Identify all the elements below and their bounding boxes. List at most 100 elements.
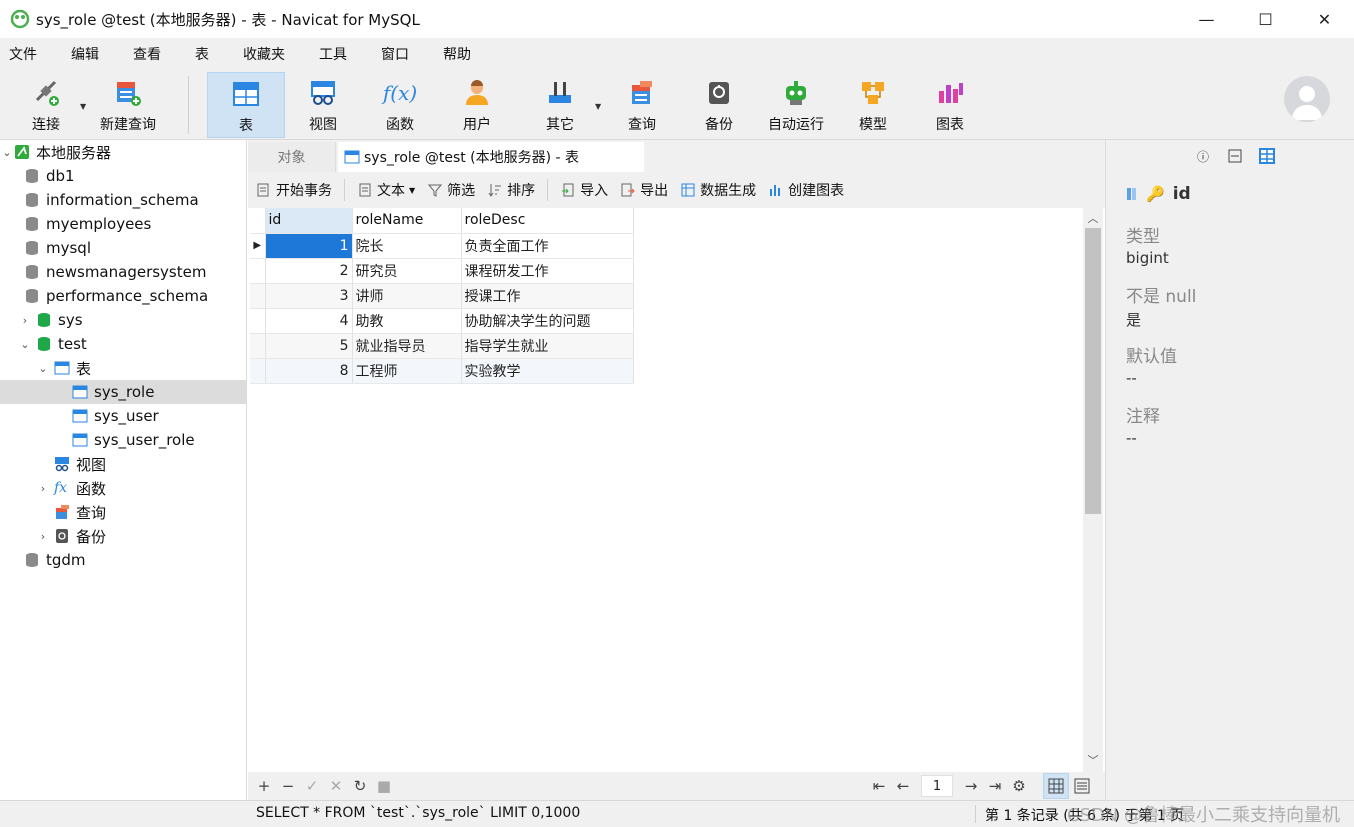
info-icon[interactable]: ⓘ [1191,146,1215,166]
delete-record-button[interactable]: − [276,777,300,795]
tree-folder-tables[interactable]: ⌄ 表 [0,356,247,380]
cell-rolename[interactable]: 研究员 [352,258,462,284]
expand-arrow-icon[interactable]: › [36,530,50,543]
chart-button[interactable]: 图表 [920,72,980,138]
scroll-up-icon[interactable]: ︿ [1083,210,1103,228]
field-info-icon[interactable] [1255,146,1279,166]
cell-roledesc[interactable]: 课程研发工作 [461,258,634,284]
cell-rolename[interactable]: 助教 [352,308,462,334]
grid-vertical-scrollbar[interactable]: ︿ ﹀ [1083,208,1103,772]
tree-folder-queries[interactable]: 查询 [0,500,247,524]
stop-button[interactable]: ■ [372,777,396,795]
collapse-arrow-icon[interactable]: ⌄ [0,146,14,159]
tree-db-test[interactable]: ⌄ test [0,332,247,356]
menu-help[interactable]: 帮助 [434,44,487,64]
prev-page-button[interactable]: ← [891,777,915,795]
auto-run-button[interactable]: 自动运行 [763,72,829,138]
sort-button[interactable]: 排序 [487,180,535,200]
cell-roledesc[interactable]: 指导学生就业 [461,333,634,359]
expand-arrow-icon[interactable]: › [36,482,50,495]
tree-folder-backups[interactable]: › 备份 [0,524,247,548]
column-header-roledesc[interactable]: roleDesc [461,208,634,234]
tree-db-sys[interactable]: › sys [0,308,247,332]
view-button[interactable]: 视图 [293,72,353,138]
maximize-button[interactable]: ☐ [1236,0,1295,38]
cell-rolename[interactable]: 院长 [352,233,462,259]
menu-window[interactable]: 窗口 [372,44,425,64]
table-row[interactable]: 5 就业指导员 指导学生就业 [250,333,634,359]
cell-roledesc[interactable]: 负责全面工作 [461,233,634,259]
user-avatar[interactable] [1284,76,1330,122]
cell-roledesc[interactable]: 实验教学 [461,358,634,384]
scrollbar-thumb[interactable] [1085,228,1101,514]
discard-changes-button[interactable]: ✕ [324,777,348,795]
tree-folder-views[interactable]: 视图 [0,452,247,476]
column-header-id[interactable]: id [265,208,353,234]
expand-arrow-icon[interactable]: › [18,314,32,327]
refresh-button[interactable]: ↻ [348,777,372,795]
cell-id[interactable]: 2 [265,258,353,284]
filter-button[interactable]: 筛选 [427,180,475,200]
user-button[interactable]: 用户 [447,72,507,138]
ddl-icon[interactable] [1223,146,1247,166]
cell-id[interactable]: 5 [265,333,353,359]
grid-view-toggle[interactable] [1043,773,1069,799]
cell-rolename[interactable]: 就业指导员 [352,333,462,359]
collapse-arrow-icon[interactable]: ⌄ [18,338,32,351]
form-view-toggle[interactable] [1069,773,1095,799]
first-page-button[interactable]: ⇤ [867,777,891,795]
export-button[interactable]: 导出 [620,180,668,200]
begin-transaction-button[interactable]: 开始事务 [256,180,332,200]
menu-tools[interactable]: 工具 [310,44,363,64]
next-page-button[interactable]: → [959,777,983,795]
last-page-button[interactable]: ⇥ [983,777,1007,795]
connect-button[interactable]: 连接 [16,72,76,138]
tree-table-sys-user[interactable]: sys_user [0,404,247,428]
cell-rolename[interactable]: 讲师 [352,283,462,309]
cell-roledesc[interactable]: 授课工作 [461,283,634,309]
tree-db-db1[interactable]: db1 [0,164,247,188]
collapse-arrow-icon[interactable]: ⌄ [36,362,50,375]
tree-db-performance-schema[interactable]: performance_schema [0,284,247,308]
menu-view[interactable]: 查看 [124,44,177,64]
backup-button[interactable]: 备份 [689,72,749,138]
cell-id[interactable]: 3 [265,283,353,309]
text-button[interactable]: 文本 ▼ [357,180,415,200]
minimize-button[interactable]: — [1177,0,1236,38]
cell-id[interactable]: 8 [265,358,353,384]
table-row[interactable]: 8 工程师 实验教学 [250,358,634,384]
cell-roledesc[interactable]: 协助解决学生的问题 [461,308,634,334]
tab-objects[interactable]: 对象 [248,142,336,172]
menu-table[interactable]: 表 [186,44,225,64]
connect-dropdown-icon[interactable]: ▼ [80,102,86,111]
table-row[interactable]: 4 助教 协助解决学生的问题 [250,308,634,334]
table-row[interactable]: 3 讲师 授课工作 [250,283,634,309]
tree-db-myemployees[interactable]: myemployees [0,212,247,236]
column-header-rolename[interactable]: roleName [352,208,462,234]
tree-root-local-server[interactable]: ⌄ 本地服务器 [0,140,247,164]
tree-folder-functions[interactable]: › fx 函数 [0,476,247,500]
table-row[interactable]: 2 研究员 课程研发工作 [250,258,634,284]
tree-db-tgdm[interactable]: tgdm [0,548,247,572]
cell-id[interactable]: 1 [265,233,353,259]
add-record-button[interactable]: + [252,777,276,795]
close-button[interactable]: ✕ [1295,0,1354,38]
tree-db-information-schema[interactable]: information_schema [0,188,247,212]
scroll-down-icon[interactable]: ﹀ [1083,752,1103,770]
tree-db-newsmanagersystem[interactable]: newsmanagersystem [0,260,247,284]
menu-edit[interactable]: 编辑 [62,44,115,64]
data-generation-button[interactable]: 数据生成 [680,180,756,200]
apply-changes-button[interactable]: ✓ [300,777,324,795]
tab-sys-role[interactable]: sys_role @test (本地服务器) - 表 [338,142,644,172]
others-dropdown-icon[interactable]: ▼ [595,102,601,111]
menu-favorites[interactable]: 收藏夹 [234,44,301,64]
menu-file[interactable]: 文件 [0,44,53,64]
cell-rolename[interactable]: 工程师 [352,358,462,384]
table-row[interactable]: ▶ 1 院长 负责全面工作 [250,233,634,259]
model-button[interactable]: 模型 [843,72,903,138]
page-number-input[interactable]: 1 [921,775,953,797]
query-button[interactable]: 查询 [612,72,672,138]
new-query-button[interactable]: 新建查询 [94,72,162,138]
tree-table-sys-role[interactable]: sys_role [0,380,247,404]
tree-db-mysql[interactable]: mysql [0,236,247,260]
